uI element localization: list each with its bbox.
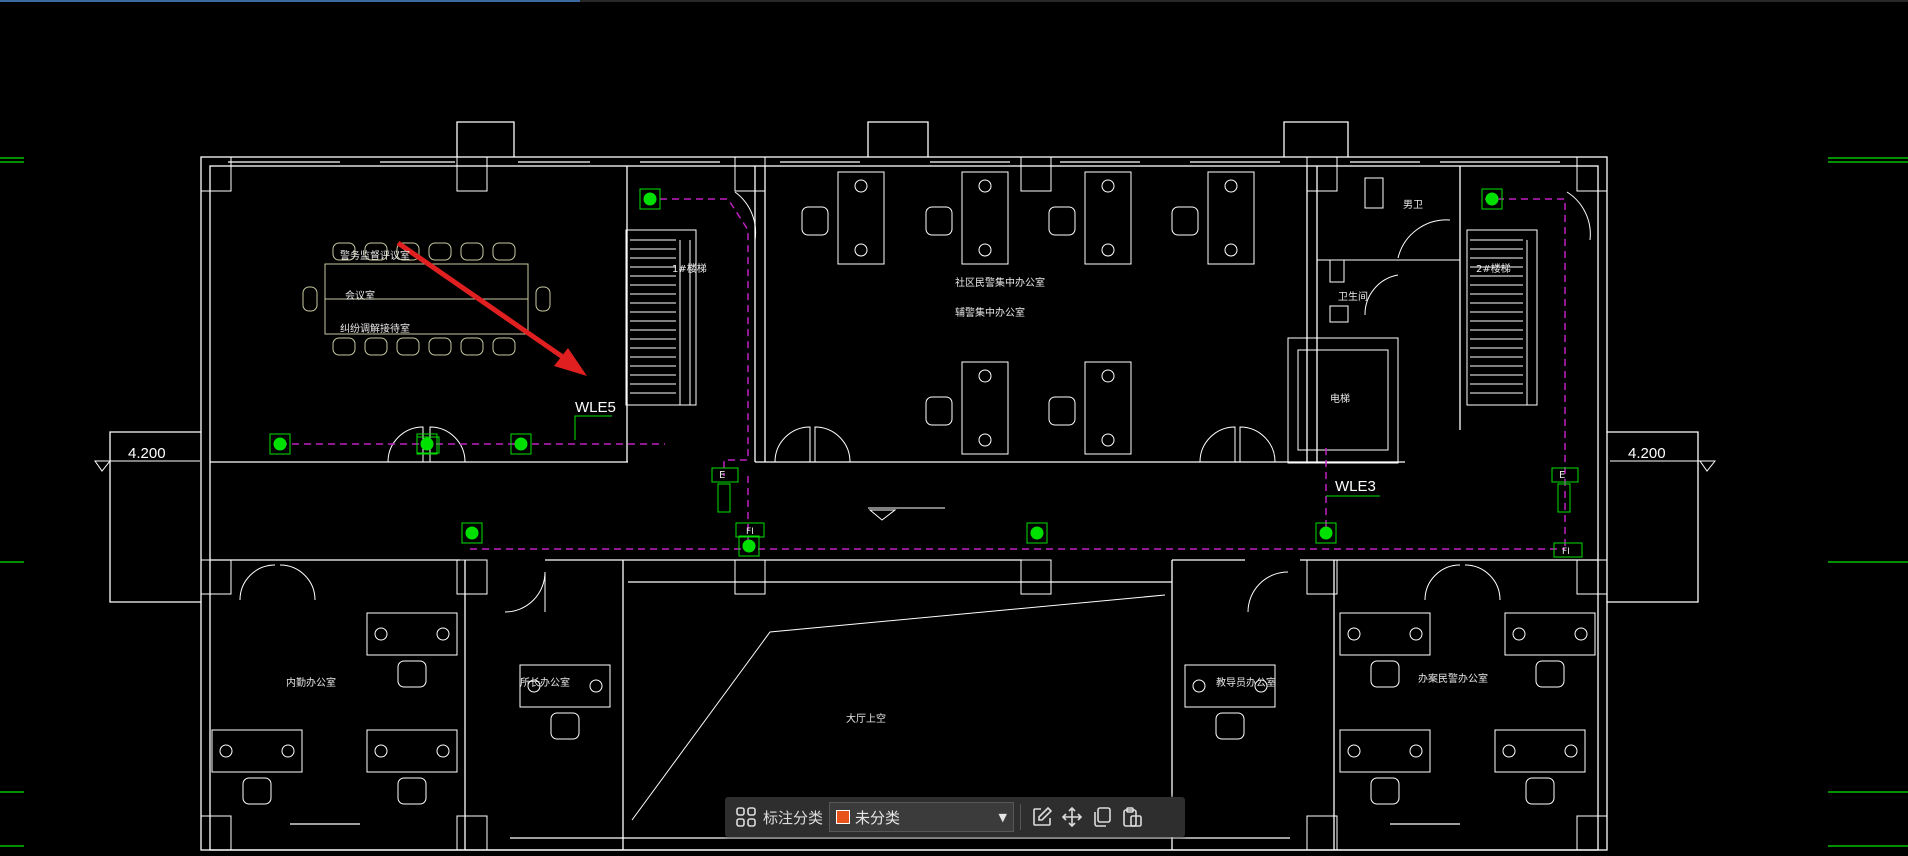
room-meeting-3: 纠纷调解接待室 bbox=[340, 322, 410, 335]
chevron-down-icon: ▼ bbox=[998, 810, 1008, 824]
level-left-label: 4.200 bbox=[128, 445, 166, 462]
exit-sign-2: E bbox=[1559, 470, 1565, 481]
room-meeting-1: 警务监督评议室 bbox=[340, 249, 410, 262]
room-stair-2: 2#楼梯 bbox=[1476, 262, 1511, 275]
room-stair-1: 1#楼梯 bbox=[672, 262, 707, 275]
cad-drawing-canvas[interactable]: 4.200 4.200 WLE5 WLE3 警务监督评议室 会议室 纠纷调解接待… bbox=[0, 0, 1908, 856]
room-office-b: 辅警集中办公室 bbox=[955, 306, 1025, 319]
floor-sign-2: FI bbox=[1562, 547, 1570, 557]
annotation-toolbar: 标注分类 未分类 ▼ bbox=[725, 797, 1185, 837]
room-elevator: 电梯 bbox=[1330, 392, 1350, 405]
room-office-a: 社区民警集中办公室 bbox=[955, 276, 1045, 289]
move-icon[interactable] bbox=[1057, 802, 1087, 832]
paste-icon[interactable] bbox=[1117, 802, 1147, 832]
level-right-label: 4.200 bbox=[1628, 445, 1666, 462]
toolbar-divider bbox=[1020, 804, 1022, 830]
category-color-swatch bbox=[836, 810, 851, 824]
category-dropdown[interactable]: 未分类 ▼ bbox=[829, 802, 1015, 832]
circuit-label-wle5: WLE5 bbox=[575, 399, 616, 416]
category-value: 未分类 bbox=[855, 808, 901, 827]
room-hall-upper: 大厅上空 bbox=[846, 712, 886, 725]
category-label: 标注分类 bbox=[763, 808, 824, 827]
circuit-label-wle3: WLE3 bbox=[1335, 478, 1376, 495]
room-meeting-2: 会议室 bbox=[345, 289, 375, 302]
exit-sign-1: E bbox=[719, 470, 725, 481]
grid-icon[interactable] bbox=[731, 802, 761, 832]
floor-sign-1: FI bbox=[746, 527, 754, 537]
room-case-office: 办案民警办公室 bbox=[1418, 672, 1488, 685]
room-internal-office: 内勤办公室 bbox=[286, 676, 336, 689]
room-instructor-office: 教导员办公室 bbox=[1216, 676, 1276, 689]
copy-icon[interactable] bbox=[1087, 802, 1117, 832]
room-toilet-m: 男卫 bbox=[1403, 199, 1423, 211]
room-toilet-f: 卫生间 bbox=[1338, 290, 1368, 303]
edit-icon[interactable] bbox=[1027, 802, 1057, 832]
room-director-office: 所长办公室 bbox=[520, 676, 570, 689]
